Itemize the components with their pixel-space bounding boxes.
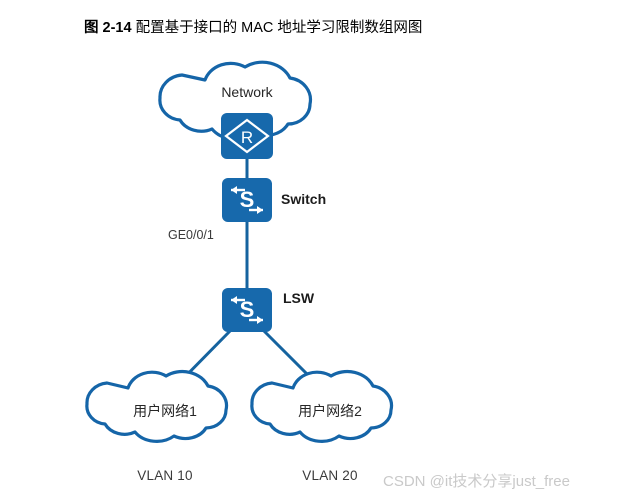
lsw-switch-icon[interactable]: S [222,288,272,332]
link-group [168,118,327,394]
topology-svg: R S S [85,60,394,443]
figure-caption-text: 配置基于接口的 MAC 地址学习限制数组网图 [135,20,423,36]
lsw-label: LSW [283,290,315,306]
vlan-label-10: VLAN 10 [137,468,193,483]
cloud-user-network-2-label: 用户网络2 [298,403,362,419]
router-icon-glyph: R [241,128,253,147]
router-icon[interactable]: R [221,113,273,159]
switch-icon-glyph: S [240,187,255,212]
switch-icon[interactable]: S [222,178,272,222]
network-topology-diagram: R S S Network Switch GE0/0/1 LSW 用户网络1 用… [0,40,634,502]
csdn-watermark: CSDN @it技术分享just_free [383,473,570,490]
cloud-user-network-1-label: 用户网络1 [133,403,197,419]
vlan-label-20: VLAN 20 [302,468,358,483]
switch-label: Switch [281,191,327,207]
lsw-switch-icon-glyph: S [240,297,255,322]
interface-label-ge0-0-1: GE0/0/1 [168,228,214,242]
figure-number: 图 2-14 [84,20,132,36]
figure-caption: 图 2-14 配置基于接口的 MAC 地址学习限制数组网图 [84,18,422,38]
cloud-network-label: Network [221,84,273,100]
